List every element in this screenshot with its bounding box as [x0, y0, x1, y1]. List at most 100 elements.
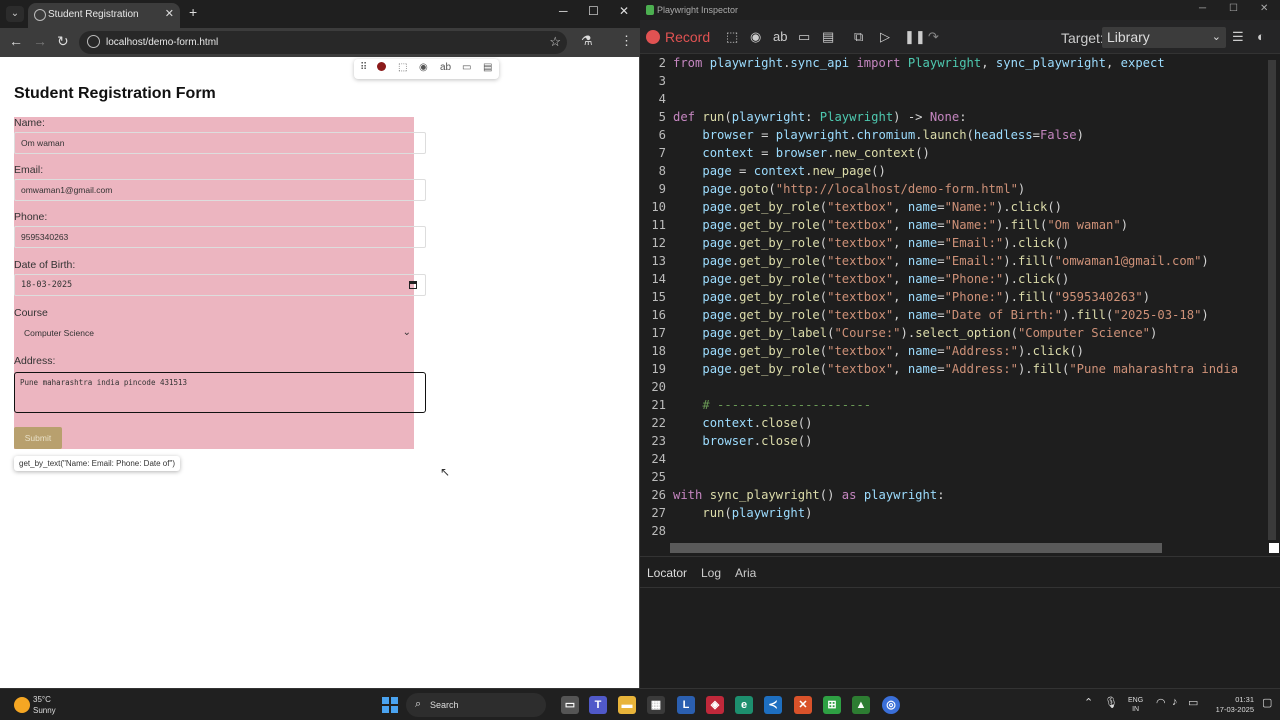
kebab-menu-icon[interactable]: ⋮	[620, 33, 633, 49]
reload-icon[interactable]: ↻	[57, 33, 69, 50]
weather-temperature[interactable]: 35°C	[33, 695, 51, 704]
inspector-maximize-icon[interactable]: ☐	[1229, 3, 1238, 14]
course-select[interactable]: Computer Science ⌄	[14, 322, 426, 344]
close-window-icon[interactable]: ✕	[619, 4, 629, 18]
target-value: Library	[1107, 29, 1150, 45]
assert-visibility-icon[interactable]: ◉	[750, 29, 761, 45]
calendar-icon[interactable]	[409, 281, 417, 289]
tab-log[interactable]: Log	[701, 566, 721, 580]
code-text: page.get_by_label("Course:").select_opti…	[702, 326, 1158, 340]
browser-tabbar: ⌄ Student Registration ✕ + ─ ☐ ✕	[0, 0, 640, 28]
pick-locator-icon[interactable]: ⬚	[398, 62, 407, 73]
minimize-icon[interactable]: ─	[559, 4, 568, 18]
microphone-icon[interactable]: 🎙	[1104, 696, 1118, 709]
code-text: browser = playwright.chromium.launch(hea…	[702, 128, 1084, 142]
lang-bottom: IN	[1132, 706, 1140, 713]
new-tab-icon[interactable]: +	[189, 4, 197, 20]
clock[interactable]: 01:31 17-03-2025	[1206, 695, 1254, 715]
line-number: 20	[651, 380, 666, 394]
assert-value-icon[interactable]: ▭	[462, 62, 471, 73]
address-url[interactable]: localhost/demo-form.html	[106, 37, 218, 48]
xampp-icon[interactable]: ✕	[794, 696, 812, 714]
close-tab-icon[interactable]: ✕	[165, 7, 174, 20]
assert-visibility-icon[interactable]: ◉	[419, 62, 428, 73]
chrome-icon[interactable]: ◎	[882, 696, 900, 714]
windows-start-icon[interactable]	[382, 697, 398, 713]
name-input[interactable]: Om waman	[14, 132, 426, 154]
bookmark-star-icon[interactable]: ☆	[549, 34, 561, 50]
code-editor[interactable]: 2 from playwright.sync_api import Playwri…	[640, 54, 1268, 542]
flask-icon[interactable]: ⚗	[581, 33, 593, 49]
clear-lines-icon[interactable]: ☰	[1232, 29, 1244, 45]
file-explorer-icon[interactable]: ▬	[618, 696, 636, 714]
globe-icon	[34, 9, 46, 21]
forward-icon[interactable]: →	[33, 33, 47, 49]
tab-search-menu-icon[interactable]: ⌄	[6, 6, 24, 22]
address-bar[interactable]: localhost/demo-form.html ☆	[79, 31, 567, 54]
browser-toolbar: ← → ↻ localhost/demo-form.html ☆ ⚗ ⋮	[0, 28, 640, 57]
playwright-inspector: Playwright Inspector ─ ☐ ✕ Record ⬚ ◉ ab…	[640, 0, 1280, 688]
scroll-corner	[1269, 543, 1279, 553]
tab-locator[interactable]: Locator	[647, 566, 687, 580]
line-number: 15	[651, 290, 666, 304]
notification-icon[interactable]: ▢	[1262, 696, 1272, 709]
email-label: Email:	[14, 164, 44, 176]
shield-app-icon[interactable]: ◈	[706, 696, 724, 714]
code-text: page = context.new_page()	[702, 164, 886, 178]
record-dot-icon[interactable]	[646, 30, 660, 44]
site-info-icon[interactable]	[87, 35, 100, 48]
code-text: page.get_by_role("textbox", name="Date o…	[702, 308, 1209, 322]
line-number: 24	[651, 452, 666, 466]
l-app-icon[interactable]: L	[677, 696, 695, 714]
phone-input[interactable]: 9595340263	[14, 226, 426, 248]
line-number: 27	[651, 506, 666, 520]
back-icon[interactable]: ←	[9, 33, 23, 49]
edge-icon[interactable]: e	[735, 696, 753, 714]
resume-icon[interactable]: ▷	[880, 29, 890, 45]
course-value: Computer Science	[24, 328, 94, 338]
assert-text-icon[interactable]: ab	[440, 62, 451, 73]
assert-snapshot-icon[interactable]: ▤	[822, 29, 834, 45]
wifi-icon[interactable]: ◠	[1156, 696, 1166, 709]
playwright-icon[interactable]: ▲	[852, 696, 870, 714]
address-textarea[interactable]: Pune maharashtra india pincode 431513	[14, 372, 426, 413]
task-view-icon[interactable]: ▭	[561, 696, 579, 714]
vertical-scrollbar[interactable]	[1268, 60, 1276, 540]
dob-input[interactable]: 18-03-2025	[14, 274, 426, 296]
tray-overflow-icon[interactable]: ⌃	[1084, 696, 1093, 709]
taskbar-search[interactable]: ⌕ Search	[406, 693, 546, 717]
record-button[interactable]: Record	[665, 29, 710, 45]
assert-value-icon[interactable]: ▭	[798, 29, 810, 45]
pick-locator-icon[interactable]: ⬚	[726, 29, 738, 45]
tab-aria[interactable]: Aria	[735, 566, 756, 580]
inspector-minimize-icon[interactable]: ─	[1199, 3, 1206, 14]
theme-toggle-icon[interactable]: ◐	[1257, 29, 1265, 44]
horizontal-scrollbar[interactable]	[670, 543, 1162, 553]
line-number: 19	[651, 362, 666, 376]
browser-tab[interactable]: Student Registration ✕	[28, 3, 180, 28]
pause-icon[interactable]: ❚❚	[904, 29, 926, 45]
copy-icon[interactable]: ⧉	[854, 29, 863, 45]
store-icon[interactable]: ▦	[647, 696, 665, 714]
assert-snapshot-icon[interactable]: ▤	[483, 62, 492, 73]
inspector-toolbar: Record ⬚ ◉ ab ▭ ▤ ⧉ ▷ ❚❚ ↷ Target: Libra…	[640, 20, 1280, 54]
step-over-icon[interactable]: ↷	[928, 29, 939, 45]
drag-handle-icon[interactable]: ⠿	[360, 62, 367, 73]
green-app-icon[interactable]: ⊞	[823, 696, 841, 714]
submit-button[interactable]: Submit	[14, 427, 62, 449]
weather-sun-icon[interactable]	[14, 697, 30, 713]
line-number: 26	[651, 488, 666, 502]
volume-icon[interactable]: ♪	[1172, 696, 1178, 708]
language-indicator[interactable]: ENG IN	[1128, 696, 1143, 714]
vscode-icon[interactable]: ≺	[764, 696, 782, 714]
email-input[interactable]: omwaman1@gmail.com	[14, 179, 426, 201]
target-select[interactable]: Library ⌄	[1102, 27, 1226, 48]
inspector-close-icon[interactable]: ✕	[1260, 3, 1268, 14]
weather-description[interactable]: Sunny	[33, 706, 56, 715]
assert-text-icon[interactable]: ab	[773, 29, 787, 44]
code-text: def run(playwright: Playwright) -> None:	[673, 110, 967, 124]
teams-icon[interactable]: T	[589, 696, 607, 714]
battery-icon[interactable]: ▭	[1188, 696, 1198, 709]
maximize-icon[interactable]: ☐	[588, 4, 599, 18]
record-icon[interactable]	[377, 62, 386, 71]
